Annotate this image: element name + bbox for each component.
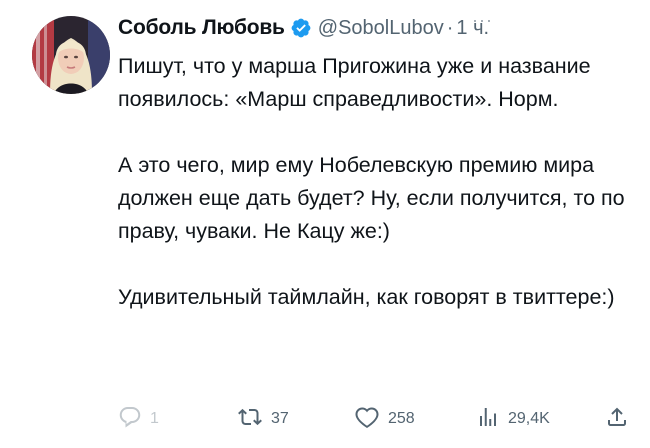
tweet-paragraph-2: А это чего, мир ему Нобелевскую премию м… — [118, 153, 625, 243]
author-handle[interactable]: @SobolLubov — [318, 17, 444, 40]
avatar-image — [32, 16, 110, 94]
views-count: 29,4K — [508, 410, 550, 427]
author-name[interactable]: Соболь Любовь — [118, 16, 285, 40]
tweet-paragraph-1: Пишут, что у марша Пригожина уже и назва… — [118, 54, 591, 111]
avatar[interactable] — [32, 16, 110, 94]
verified-badge-icon — [290, 17, 312, 39]
views-chart-icon — [476, 405, 500, 434]
share-button[interactable] — [605, 404, 629, 434]
like-count: 258 — [388, 410, 415, 427]
views-button[interactable]: 29,4K — [476, 404, 550, 434]
tweet: Соболь Любовь @SobolLubov · 1 ч. Пишут, … — [0, 0, 650, 448]
like-button[interactable]: 258 — [354, 404, 415, 434]
more-options-icon[interactable]: ··· — [472, 10, 493, 31]
retweet-count: 37 — [271, 410, 289, 427]
action-bar: 1 37 258 29,4K — [118, 404, 638, 434]
heart-icon — [354, 405, 380, 434]
reply-icon — [118, 405, 142, 434]
retweet-button[interactable]: 37 — [237, 404, 289, 434]
tweet-header: Соболь Любовь @SobolLubov · 1 ч. — [118, 10, 638, 46]
tweet-text: Пишут, что у марша Пригожина уже и назва… — [118, 50, 638, 314]
reply-button[interactable]: 1 — [118, 404, 159, 434]
share-icon — [605, 405, 629, 434]
reply-count: 1 — [150, 410, 159, 427]
tweet-paragraph-3: Удивительный таймлайн, как говорят в тви… — [118, 285, 615, 309]
tweet-content: Соболь Любовь @SobolLubov · 1 ч. Пишут, … — [118, 10, 638, 314]
retweet-icon — [237, 405, 263, 434]
header-separator: · — [446, 16, 454, 39]
